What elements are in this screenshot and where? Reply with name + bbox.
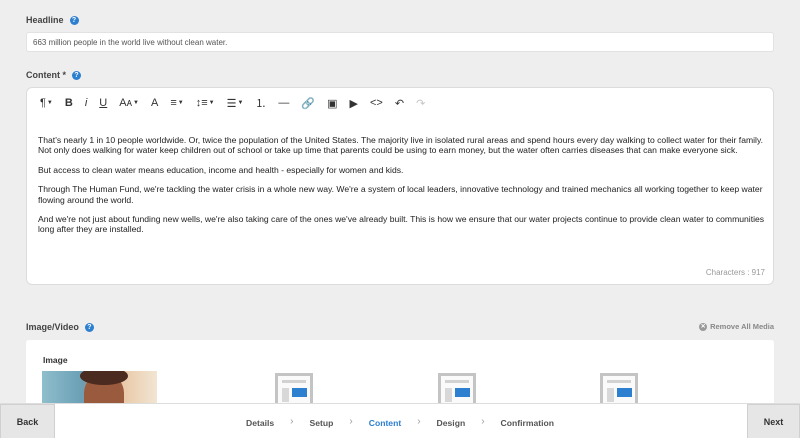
code-icon[interactable]: <> xyxy=(367,94,386,112)
numbered-list-icon[interactable]: ⒈ xyxy=(252,94,269,112)
remove-all-media-button[interactable]: ✕ Remove All Media xyxy=(699,322,774,331)
help-icon[interactable]: ? xyxy=(72,70,81,80)
step-setup[interactable]: Setup xyxy=(310,416,334,428)
content-label-row: Content * ? xyxy=(26,70,81,80)
content-label: Content * xyxy=(26,70,66,80)
bold-icon[interactable]: B xyxy=(62,94,76,112)
help-icon[interactable]: ? xyxy=(69,15,79,25)
next-button[interactable]: Next xyxy=(747,404,800,438)
align-icon[interactable]: ≡ ▼ xyxy=(167,94,186,112)
chevron-down-icon: ▼ xyxy=(46,100,53,106)
undo-icon[interactable]: ↶ xyxy=(392,94,407,112)
font-size-icon[interactable]: Aᴀ ▼ xyxy=(116,94,142,112)
horizontal-rule-icon[interactable]: — xyxy=(275,94,292,112)
editor-paragraph: And we're not just about funding new wel… xyxy=(38,214,765,235)
chevron-down-icon: ▼ xyxy=(133,100,139,106)
headline-input[interactable] xyxy=(26,32,774,52)
image-label: Image xyxy=(43,355,68,365)
wizard-footer: Details › Setup › Content › Design › Confirmatio… xyxy=(0,403,800,438)
chevron-down-icon: ▼ xyxy=(237,100,244,106)
chevron-right-icon: › xyxy=(290,416,294,427)
media-label-row: Image/Video ? xyxy=(26,322,774,332)
italic-icon[interactable]: i xyxy=(82,94,90,112)
headline-label: Headline xyxy=(26,15,64,25)
image-icon[interactable]: ▣ xyxy=(324,94,340,112)
editor-toolbar: ¶ ▼ Bi U Aᴀ ▼ A ≡ ▼ ↕≡ ▼ ☰ ▼ ⒈ — 🔗 ▣ ▶ <> ↶ ↷ xyxy=(37,93,434,113)
editor-paragraph: That's nearly 1 in 10 people worldwide. … xyxy=(38,135,764,156)
step-design[interactable]: Design xyxy=(437,416,466,428)
redo-icon[interactable]: ↷ xyxy=(413,94,428,112)
help-icon[interactable]: ? xyxy=(84,322,94,332)
paragraph-format-icon[interactable]: ¶ ▼ xyxy=(37,94,56,112)
step-details[interactable]: Details xyxy=(246,416,274,428)
video-icon[interactable]: ▶ xyxy=(347,94,361,112)
wizard-steps: Details › Setup › Content › Design › Confirmatio… xyxy=(0,404,800,438)
link-icon[interactable]: 🔗 xyxy=(298,94,318,112)
step-content[interactable]: Content xyxy=(369,416,401,428)
chevron-down-icon: ▼ xyxy=(177,100,184,106)
text-color-icon[interactable]: A xyxy=(148,94,161,112)
bullet-list-icon[interactable]: ☰ ▼ xyxy=(224,94,247,112)
back-button[interactable]: Back xyxy=(0,404,55,438)
close-circle-icon: ✕ xyxy=(699,322,708,331)
rich-text-editor[interactable]: ¶ ▼ Bi U Aᴀ ▼ A ≡ ▼ ↕≡ ▼ ☰ ▼ ⒈ — 🔗 ▣ ▶ <> ↶ ↷ That's nearly … xyxy=(26,87,774,285)
character-count: Characters : 917 xyxy=(705,268,765,277)
line-height-icon[interactable]: ↕≡ ▼ xyxy=(193,94,218,112)
underline-icon[interactable]: U xyxy=(96,94,110,112)
media-header: Image/Video ? ✕ Remove All Media xyxy=(26,322,774,332)
chevron-right-icon: › xyxy=(481,416,485,427)
chevron-right-icon: › xyxy=(417,416,421,427)
media-label: Image/Video xyxy=(26,322,79,332)
chevron-down-icon: ▼ xyxy=(208,100,215,106)
step-confirmation[interactable]: Confirmation xyxy=(501,416,554,428)
headline-label-row: Headline ? xyxy=(26,15,79,25)
chevron-right-icon: › xyxy=(349,416,353,427)
media-panel: Image xyxy=(26,340,774,411)
editor-paragraph: Through The Human Fund, we're tackling t… xyxy=(38,184,763,205)
editor-content[interactable]: That's nearly 1 in 10 people worldwide. … xyxy=(38,135,766,244)
editor-paragraph: But access to clean water means educatio… xyxy=(38,164,404,175)
